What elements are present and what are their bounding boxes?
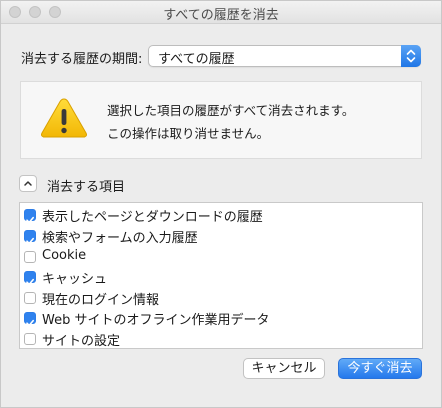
- warning-text-line-2: この操作は取り消せません。: [107, 126, 270, 141]
- chevron-up-icon: [24, 181, 32, 186]
- cancel-button[interactable]: キャンセル: [243, 358, 325, 379]
- details-toggle-button[interactable]: [19, 175, 37, 192]
- item-label: 現在のログイン情報: [42, 293, 160, 308]
- checkbox-form-history[interactable]: [24, 230, 36, 245]
- list-item-cookies[interactable]: Cookie: [24, 247, 414, 267]
- list-item-cache[interactable]: キャッシュ: [24, 267, 414, 287]
- checkbox-offline-data[interactable]: [24, 312, 36, 327]
- checkmark-icon: [26, 216, 34, 224]
- clear-now-button[interactable]: 今すぐ消去: [338, 358, 422, 379]
- warning-text-line-1: 選択した項目の履歴がすべて消去されます。: [107, 103, 355, 118]
- clear-items-list: 表示したページとダウンロードの履歴 検索やフォームの入力履歴 Cookie キャ…: [19, 202, 423, 349]
- checkmark-icon: [26, 278, 34, 286]
- item-label: 表示したページとダウンロードの履歴: [42, 210, 263, 225]
- checkbox-active-logins[interactable]: [24, 292, 36, 304]
- select-arrows-icon: [401, 45, 421, 67]
- title-bar: すべての履歴を消去: [1, 1, 441, 24]
- warning-panel: 選択した項目の履歴がすべて消去されます。 この操作は取り消せません。: [20, 81, 422, 159]
- list-item-browsing-history[interactable]: 表示したページとダウンロードの履歴: [24, 205, 414, 225]
- item-label: サイトの設定: [42, 334, 121, 349]
- item-label: 検索やフォームの入力履歴: [42, 231, 198, 246]
- item-label: Web サイトのオフライン作業用データ: [42, 313, 270, 328]
- item-label: キャッシュ: [42, 272, 108, 287]
- clear-history-dialog: すべての履歴を消去 消去する履歴の期間: すべての履歴 選択した項目の履歴がすべ…: [0, 0, 442, 408]
- checkbox-site-settings[interactable]: [24, 333, 36, 345]
- list-item-form-history[interactable]: 検索やフォームの入力履歴: [24, 226, 414, 246]
- checkmark-icon: [26, 237, 34, 245]
- time-range-select[interactable]: すべての履歴: [148, 45, 421, 67]
- window-title: すべての履歴を消去: [163, 8, 279, 23]
- checkmark-icon: [26, 319, 34, 327]
- checkbox-cookies[interactable]: [24, 251, 36, 263]
- time-range-label: 消去する履歴の期間:: [21, 52, 143, 67]
- details-toggle-label: 消去する項目: [47, 180, 126, 195]
- checkbox-browsing-history[interactable]: [24, 209, 36, 224]
- item-label: Cookie: [42, 248, 87, 263]
- list-item-offline-data[interactable]: Web サイトのオフライン作業用データ: [24, 308, 414, 328]
- list-item-active-logins[interactable]: 現在のログイン情報: [24, 288, 414, 308]
- list-item-site-settings[interactable]: サイトの設定: [24, 329, 414, 349]
- checkbox-cache[interactable]: [24, 271, 36, 286]
- time-range-value: すべての履歴: [158, 52, 235, 67]
- warning-icon: [39, 96, 89, 140]
